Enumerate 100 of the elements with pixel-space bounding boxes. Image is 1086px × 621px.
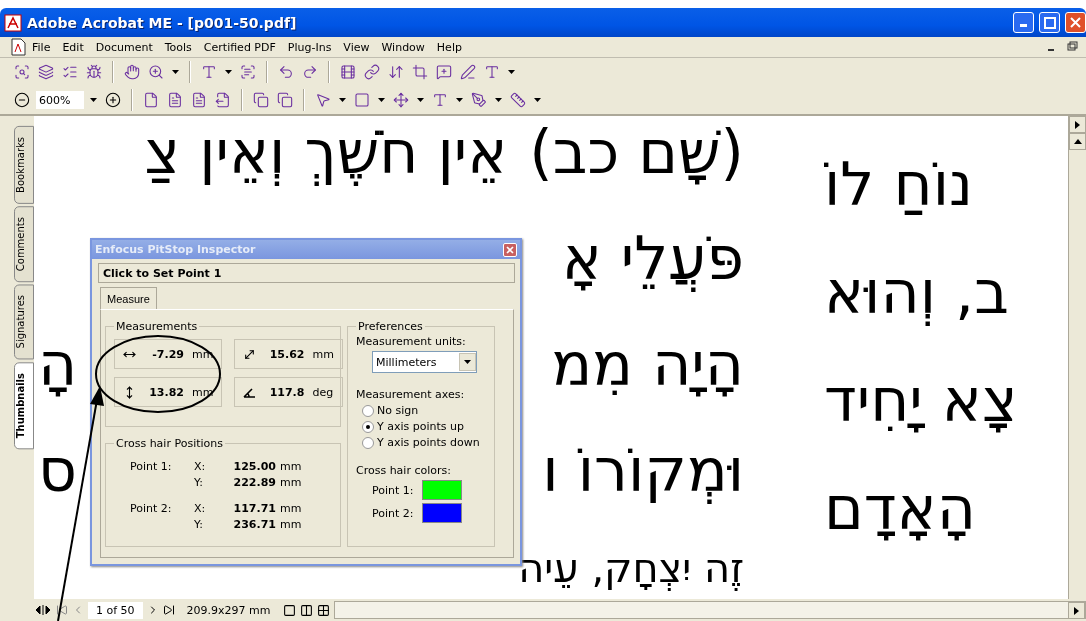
nav-tab[interactable]: Comments — [14, 205, 34, 283]
document-text: הָאָדָם — [824, 472, 976, 544]
ruler-icon[interactable] — [510, 92, 526, 108]
dropdown-caret-icon[interactable] — [464, 360, 471, 364]
units-dropdown[interactable]: Millimeters — [372, 351, 477, 373]
bug-icon[interactable] — [86, 64, 102, 80]
document-text: צָא יָחִיד — [824, 364, 1018, 436]
redo-icon[interactable] — [302, 64, 318, 80]
crop-icon[interactable] — [412, 64, 428, 80]
document-text: זֶה יִצְחָק, עֵיה — [518, 546, 744, 590]
menu-item[interactable]: Certified PDF — [197, 40, 282, 54]
menu-item[interactable]: Document — [89, 40, 159, 54]
checklist-icon[interactable] — [62, 64, 78, 80]
caret-icon[interactable] — [417, 98, 424, 102]
caret-icon[interactable] — [339, 98, 346, 102]
letter-icon[interactable] — [432, 92, 448, 108]
caret-icon[interactable] — [90, 98, 97, 102]
color-swatch[interactable] — [421, 480, 462, 500]
nav-tab[interactable]: Bookmarks — [14, 126, 34, 204]
close-button[interactable] — [503, 242, 517, 257]
maximize-button[interactable] — [1039, 12, 1060, 33]
magnifier-page-icon[interactable] — [14, 64, 30, 80]
comment-icon[interactable] — [436, 64, 452, 80]
menu-item[interactable]: Plug-Ins — [281, 40, 338, 54]
document-text: ב, וְהוּא — [824, 256, 1009, 328]
text-icon[interactable] — [484, 64, 500, 80]
link-icon[interactable] — [364, 64, 380, 80]
minimize-button[interactable] — [1013, 12, 1034, 33]
document-text: הָיָה מִמ — [551, 328, 744, 400]
menu-item[interactable]: Edit — [56, 40, 90, 54]
menu-item[interactable]: View — [337, 40, 376, 54]
angle-icon — [243, 386, 257, 398]
single-page-icon[interactable] — [282, 603, 296, 617]
continuous-icon[interactable] — [299, 603, 313, 617]
fit-page-icon[interactable] — [167, 92, 183, 108]
page-icon[interactable] — [143, 92, 159, 108]
caret-icon[interactable] — [456, 98, 463, 102]
menu-item[interactable]: Tools — [158, 40, 198, 54]
nav-tab[interactable]: Thumbnails — [14, 361, 34, 449]
text-select-icon[interactable] — [201, 64, 217, 80]
radio-option[interactable]: Y axis points down — [356, 436, 486, 449]
scroll-right-button[interactable] — [1068, 602, 1085, 619]
right-triangle-icon — [1075, 120, 1080, 129]
facing-pages-icon[interactable] — [316, 603, 330, 617]
pen-icon[interactable] — [460, 64, 476, 80]
film-icon[interactable] — [340, 64, 356, 80]
page-number-field[interactable]: 1 of 50 — [88, 601, 143, 619]
menu-item[interactable]: Window — [375, 40, 431, 54]
arrows-icon[interactable] — [388, 64, 404, 80]
zoom-field[interactable]: 600% — [36, 91, 84, 109]
field-label: Measurement units: — [356, 335, 467, 348]
menu-item[interactable]: Help — [430, 40, 468, 54]
axis-label: X: — [194, 502, 207, 515]
layers-icon[interactable] — [38, 64, 54, 80]
pen-tool-icon[interactable] — [471, 92, 487, 108]
document-text: נוֹחַ לוֹ — [824, 148, 974, 220]
zoom-in-icon[interactable] — [148, 64, 164, 80]
tab[interactable]: Measure — [100, 287, 157, 309]
radio-button[interactable] — [362, 420, 374, 433]
radio-option[interactable]: Y axis points up — [356, 420, 486, 433]
color-swatch[interactable] — [421, 503, 462, 523]
pointer-icon[interactable] — [315, 92, 331, 108]
snapshot-icon[interactable] — [240, 64, 256, 80]
caret-icon[interactable] — [225, 70, 232, 74]
caret-icon[interactable] — [534, 98, 541, 102]
window-title: Adobe Acrobat ME - [p001-50.pdf] — [27, 14, 298, 31]
point-label: Point 2: — [130, 502, 173, 515]
split-handle-icon[interactable] — [34, 605, 52, 615]
horizontal-scrollbar[interactable] — [333, 601, 1086, 619]
scroll-up-button[interactable] — [1069, 133, 1086, 150]
last-page-icon[interactable] — [162, 604, 175, 616]
unit-label: mm — [280, 502, 303, 515]
close-button[interactable] — [1065, 12, 1086, 33]
field-label: Point 1: — [372, 483, 414, 497]
fit-width-icon[interactable] — [191, 92, 207, 108]
menu-item[interactable]: File — [26, 40, 57, 54]
document-icon[interactable] — [10, 38, 26, 56]
caret-icon[interactable] — [495, 98, 502, 102]
rotate-right-icon[interactable] — [277, 92, 293, 108]
reflow-icon[interactable] — [215, 92, 231, 108]
rotate-left-icon[interactable] — [253, 92, 269, 108]
close-icon — [1070, 17, 1081, 28]
caret-icon[interactable] — [378, 98, 385, 102]
rectangle-icon[interactable] — [354, 92, 370, 108]
caret-icon[interactable] — [172, 70, 179, 74]
document-text: (שָׁם כב) — [529, 116, 744, 188]
radio-button[interactable] — [362, 404, 374, 417]
maximize-icon — [1043, 16, 1056, 29]
document-text: הָ — [38, 328, 78, 400]
radio-option[interactable]: No sign — [356, 404, 486, 417]
radio-button[interactable] — [362, 436, 374, 449]
first-page-icon[interactable] — [56, 604, 68, 616]
scroll-right-button[interactable] — [1069, 116, 1086, 133]
nav-tab[interactable]: Signatures — [14, 284, 34, 360]
undo-icon[interactable] — [278, 64, 294, 80]
zoom-in-circle-icon[interactable] — [105, 92, 121, 108]
caret-icon[interactable] — [508, 70, 515, 74]
zoom-out-icon[interactable] — [14, 92, 30, 108]
move-icon[interactable] — [393, 92, 409, 108]
hand-icon[interactable] — [124, 64, 140, 80]
